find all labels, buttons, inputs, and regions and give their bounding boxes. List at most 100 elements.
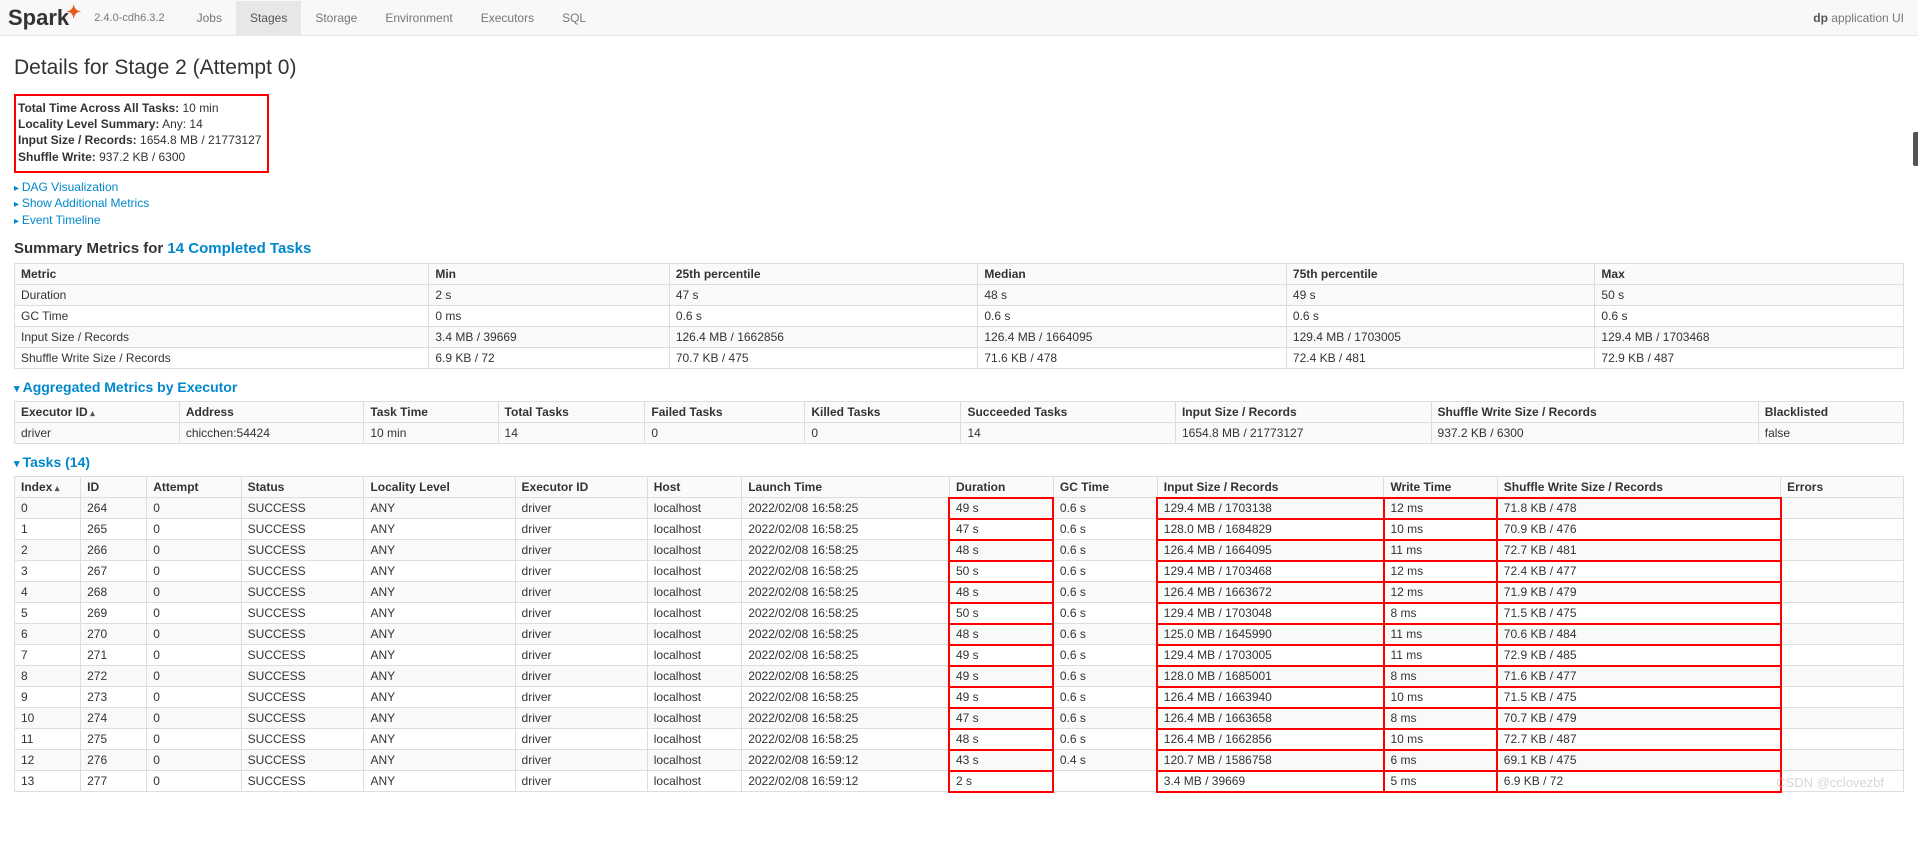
cell: driver bbox=[515, 666, 647, 687]
nav-tab-executors[interactable]: Executors bbox=[467, 1, 548, 35]
navbar: Spark✦ 2.4.0-cdh6.3.2 JobsStagesStorageE… bbox=[0, 0, 1918, 36]
col-shuffle-write-size-records[interactable]: Shuffle Write Size / Records bbox=[1431, 402, 1758, 423]
cell: 0.4 s bbox=[1053, 750, 1157, 771]
cell: 937.2 KB / 6300 bbox=[1431, 423, 1758, 444]
col-task-time[interactable]: Task Time bbox=[364, 402, 498, 423]
col-host[interactable]: Host bbox=[647, 477, 741, 498]
col-killed-tasks[interactable]: Killed Tasks bbox=[805, 402, 961, 423]
cell: 2022/02/08 16:59:12 bbox=[742, 750, 950, 771]
cell: 0.6 s bbox=[1053, 624, 1157, 645]
stat-total-time: Total Time Across All Tasks: 10 min bbox=[18, 100, 261, 116]
cell: 0 bbox=[147, 624, 241, 645]
cell: 126.4 MB / 1663672 bbox=[1157, 582, 1384, 603]
col-errors[interactable]: Errors bbox=[1781, 477, 1904, 498]
cell: 2022/02/08 16:58:25 bbox=[742, 498, 950, 519]
nav-tab-sql[interactable]: SQL bbox=[548, 1, 600, 35]
col-executor-id[interactable]: Executor ID bbox=[15, 402, 180, 423]
col-id[interactable]: ID bbox=[81, 477, 147, 498]
spark-logo[interactable]: Spark✦ bbox=[6, 5, 84, 31]
link-show-additional-metrics[interactable]: Show Additional Metrics bbox=[14, 195, 1904, 212]
cell: 12 ms bbox=[1384, 561, 1497, 582]
col-metric[interactable]: Metric bbox=[15, 264, 429, 285]
cell: 11 bbox=[15, 729, 81, 750]
cell: Duration bbox=[15, 285, 429, 306]
cell: localhost bbox=[647, 708, 741, 729]
col-max[interactable]: Max bbox=[1595, 264, 1904, 285]
col-input-size-records[interactable]: Input Size / Records bbox=[1175, 402, 1431, 423]
cell: 48 s bbox=[978, 285, 1287, 306]
cell: 2022/02/08 16:58:25 bbox=[742, 561, 950, 582]
cell: 47 s bbox=[949, 708, 1053, 729]
cell: 0 bbox=[147, 561, 241, 582]
tasks-toggle[interactable]: Tasks (14) bbox=[14, 454, 1904, 470]
cell: 71.5 KB / 475 bbox=[1497, 687, 1780, 708]
col-25th-percentile[interactable]: 25th percentile bbox=[669, 264, 978, 285]
completed-tasks-link[interactable]: 14 Completed Tasks bbox=[167, 240, 311, 257]
col-locality-level[interactable]: Locality Level bbox=[364, 477, 515, 498]
cell: 3 bbox=[15, 561, 81, 582]
col-75th-percentile[interactable]: 75th percentile bbox=[1286, 264, 1595, 285]
cell: 126.4 MB / 1664095 bbox=[1157, 540, 1384, 561]
cell: 11 ms bbox=[1384, 540, 1497, 561]
cell: 72.7 KB / 487 bbox=[1497, 729, 1780, 750]
cell: 2022/02/08 16:58:25 bbox=[742, 519, 950, 540]
col-attempt[interactable]: Attempt bbox=[147, 477, 241, 498]
nav-tab-jobs[interactable]: Jobs bbox=[183, 1, 236, 35]
cell: 0.6 s bbox=[1053, 519, 1157, 540]
cell: 11 ms bbox=[1384, 624, 1497, 645]
col-input-size-records[interactable]: Input Size / Records bbox=[1157, 477, 1384, 498]
cell bbox=[1781, 561, 1904, 582]
col-total-tasks[interactable]: Total Tasks bbox=[498, 402, 645, 423]
link-event-timeline[interactable]: Event Timeline bbox=[14, 212, 1904, 229]
cell: 69.1 KB / 475 bbox=[1497, 750, 1780, 771]
side-handle[interactable] bbox=[1913, 132, 1918, 166]
cell: 269 bbox=[81, 603, 147, 624]
cell: 129.4 MB / 1703005 bbox=[1157, 645, 1384, 666]
col-duration[interactable]: Duration bbox=[949, 477, 1053, 498]
aggregated-toggle[interactable]: Aggregated Metrics by Executor bbox=[14, 379, 1904, 395]
cell: 72.9 KB / 487 bbox=[1595, 348, 1904, 369]
col-address[interactable]: Address bbox=[179, 402, 364, 423]
nav-tab-storage[interactable]: Storage bbox=[301, 1, 371, 35]
table-row: 42680SUCCESSANYdriverlocalhost2022/02/08… bbox=[15, 582, 1904, 603]
cell: 0.6 s bbox=[1053, 498, 1157, 519]
cell: 70.7 KB / 479 bbox=[1497, 708, 1780, 729]
cell: 276 bbox=[81, 750, 147, 771]
table-row: Shuffle Write Size / Records6.9 KB / 727… bbox=[15, 348, 1904, 369]
link-dag-visualization[interactable]: DAG Visualization bbox=[14, 179, 1904, 196]
table-row: 12650SUCCESSANYdriverlocalhost2022/02/08… bbox=[15, 519, 1904, 540]
cell: 47 s bbox=[949, 519, 1053, 540]
cell: 1 bbox=[15, 519, 81, 540]
cell: 0 bbox=[147, 771, 241, 792]
col-median[interactable]: Median bbox=[978, 264, 1287, 285]
col-executor-id[interactable]: Executor ID bbox=[515, 477, 647, 498]
cell: 71.6 KB / 478 bbox=[978, 348, 1287, 369]
col-gc-time[interactable]: GC Time bbox=[1053, 477, 1157, 498]
col-shuffle-write-size-records[interactable]: Shuffle Write Size / Records bbox=[1497, 477, 1780, 498]
nav-tab-stages[interactable]: Stages bbox=[236, 1, 301, 35]
cell: 129.4 MB / 1703005 bbox=[1286, 327, 1595, 348]
cell: SUCCESS bbox=[241, 708, 364, 729]
col-write-time[interactable]: Write Time bbox=[1384, 477, 1497, 498]
col-launch-time[interactable]: Launch Time bbox=[742, 477, 950, 498]
col-blacklisted[interactable]: Blacklisted bbox=[1758, 402, 1903, 423]
col-status[interactable]: Status bbox=[241, 477, 364, 498]
cell: 265 bbox=[81, 519, 147, 540]
col-index[interactable]: Index bbox=[15, 477, 81, 498]
nav-tab-environment[interactable]: Environment bbox=[371, 1, 466, 35]
cell: ANY bbox=[364, 561, 515, 582]
cell: 0.6 s bbox=[1053, 540, 1157, 561]
cell bbox=[1781, 540, 1904, 561]
cell: SUCCESS bbox=[241, 561, 364, 582]
col-failed-tasks[interactable]: Failed Tasks bbox=[645, 402, 805, 423]
col-succeeded-tasks[interactable]: Succeeded Tasks bbox=[961, 402, 1176, 423]
cell: chicchen:54424 bbox=[179, 423, 364, 444]
table-row: 102740SUCCESSANYdriverlocalhost2022/02/0… bbox=[15, 708, 1904, 729]
cell: 0 bbox=[147, 666, 241, 687]
table-row: 02640SUCCESSANYdriverlocalhost2022/02/08… bbox=[15, 498, 1904, 519]
cell: SUCCESS bbox=[241, 771, 364, 792]
col-min[interactable]: Min bbox=[429, 264, 669, 285]
cell bbox=[1781, 624, 1904, 645]
cell: 50 s bbox=[1595, 285, 1904, 306]
cell: ANY bbox=[364, 708, 515, 729]
